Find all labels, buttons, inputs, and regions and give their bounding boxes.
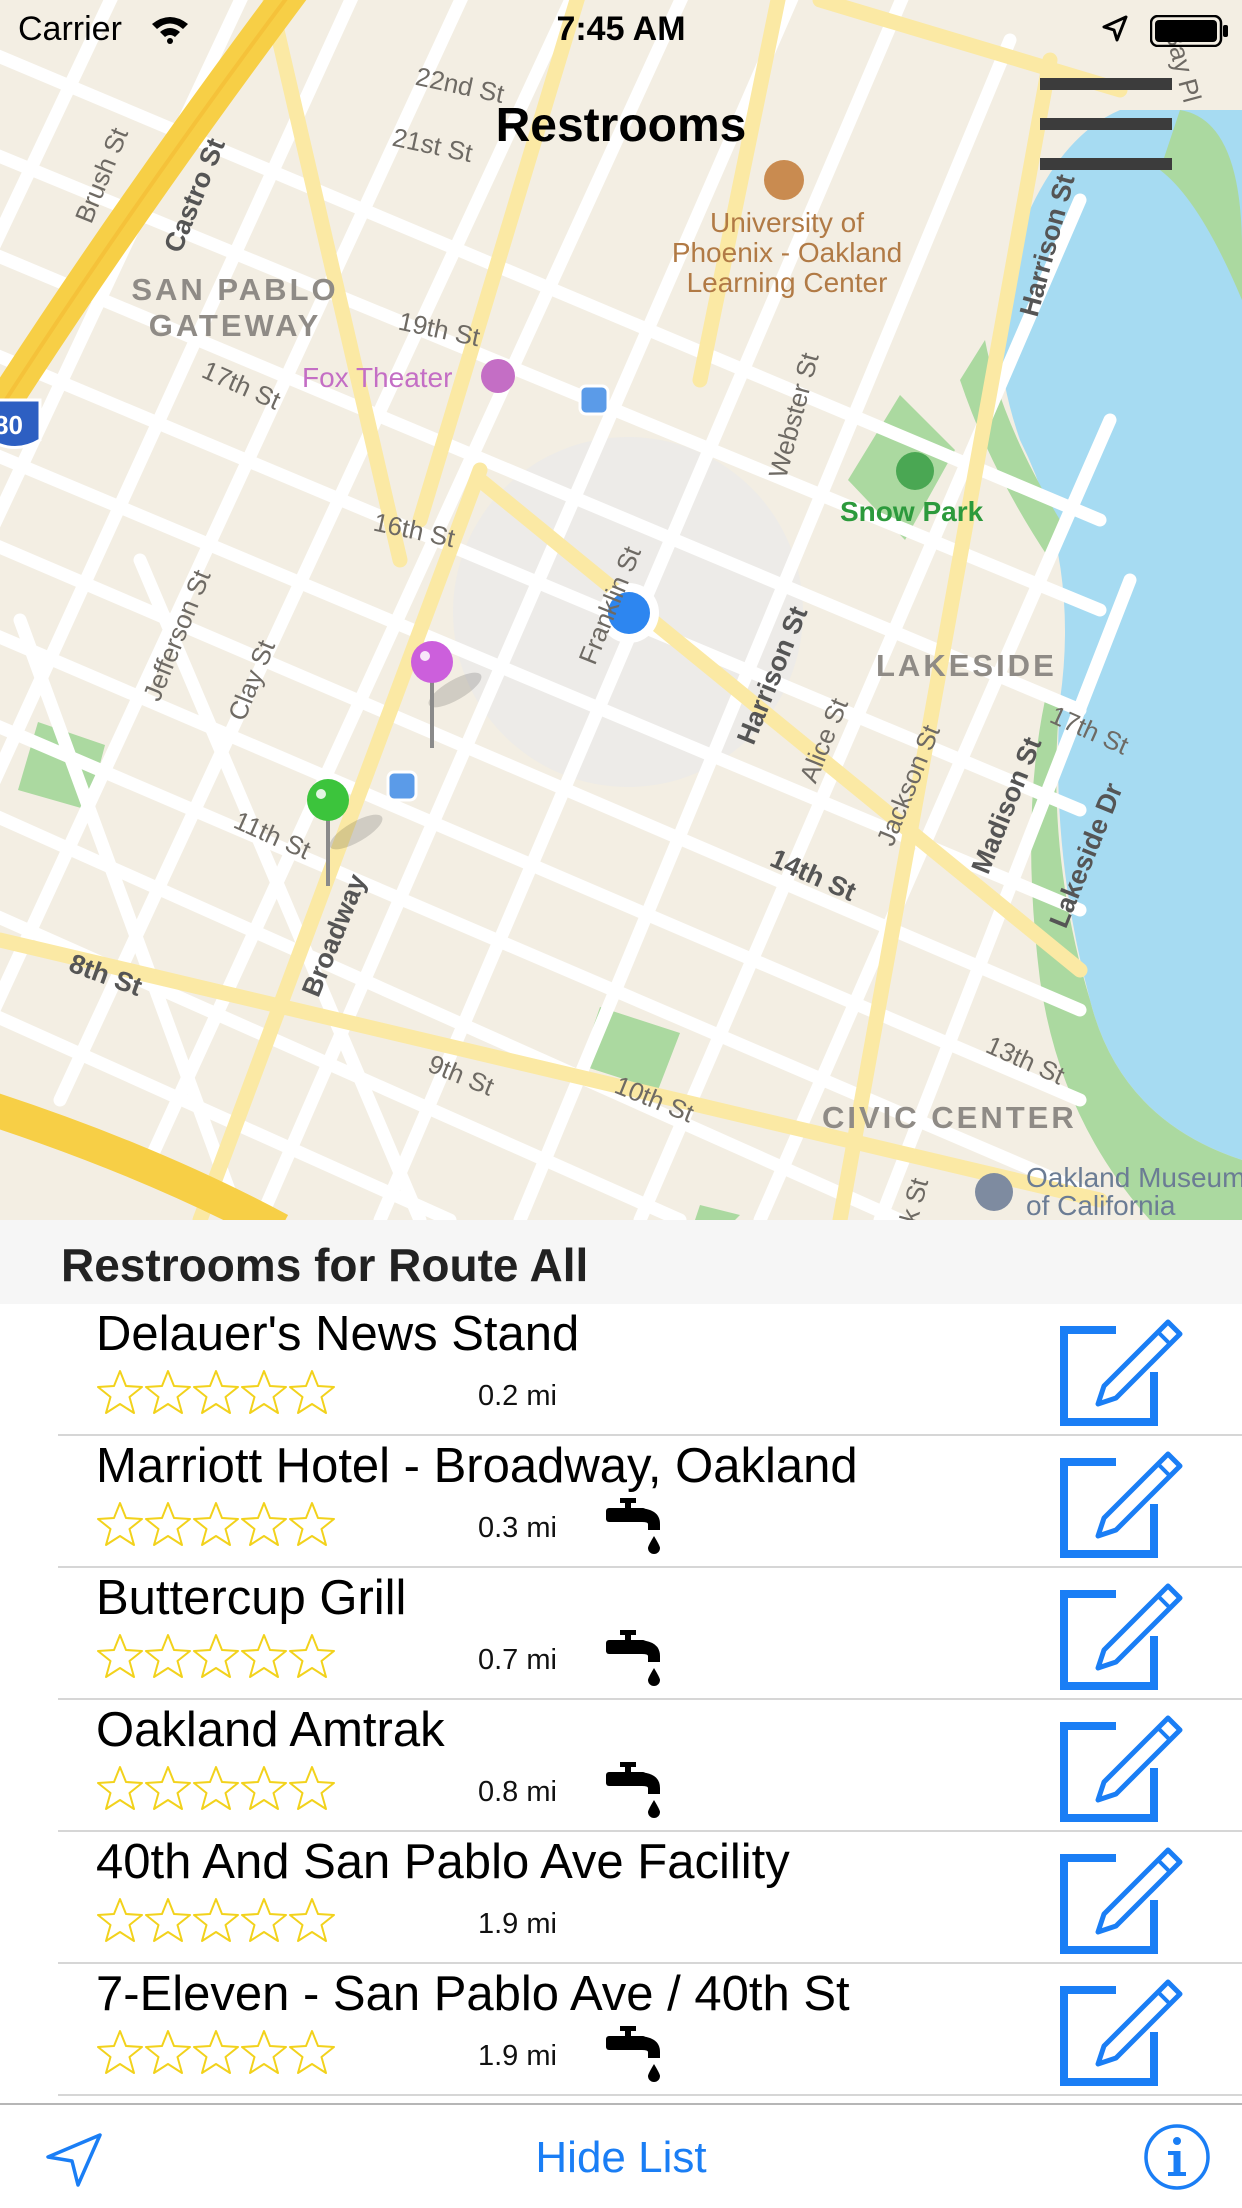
faucet-icon (606, 1758, 666, 1825)
restroom-name: Marriott Hotel - Broadway, Oakland (96, 1439, 858, 1493)
star-icon[interactable] (288, 2028, 336, 2076)
district-label: LAKESIDE (876, 648, 1057, 683)
star-icon[interactable] (144, 1500, 192, 1548)
edit-button[interactable] (1058, 1846, 1188, 1956)
poi-label-museum[interactable]: Oakland Museum of California (1026, 1164, 1242, 1220)
star-icon[interactable] (96, 2028, 144, 2076)
poi-label-park[interactable]: Snow Park (840, 496, 983, 528)
bottom-toolbar: Hide List (0, 2103, 1242, 2208)
star-icon[interactable] (144, 2028, 192, 2076)
distance-label: 0.2 mi (478, 1380, 557, 1412)
star-rating[interactable] (96, 1368, 336, 1416)
edit-icon (1060, 1847, 1183, 1954)
faucet-icon (606, 1494, 666, 1561)
location-arrow-icon (1102, 15, 1128, 42)
distance-label: 0.7 mi (478, 1644, 557, 1676)
star-icon[interactable] (192, 1500, 240, 1548)
star-icon[interactable] (96, 1368, 144, 1416)
restroom-row[interactable]: Marriott Hotel - Broadway, Oakland 0.3 mi (0, 1436, 1242, 1568)
star-icon[interactable] (288, 1368, 336, 1416)
status-bar: Carrier 7:45 AM (0, 0, 1242, 60)
poi-label-theater[interactable]: Fox Theater (302, 362, 452, 394)
star-icon[interactable] (144, 1764, 192, 1812)
star-icon[interactable] (192, 1368, 240, 1416)
star-icon[interactable] (96, 1896, 144, 1944)
restroom-name: Delauer's News Stand (96, 1307, 580, 1361)
edit-button[interactable] (1058, 1714, 1188, 1824)
star-icon[interactable] (288, 1500, 336, 1548)
star-icon[interactable] (240, 1632, 288, 1680)
edit-icon (1060, 1715, 1183, 1822)
star-icon[interactable] (192, 2028, 240, 2076)
star-icon[interactable] (96, 1764, 144, 1812)
star-icon[interactable] (240, 1764, 288, 1812)
edit-icon (1060, 1979, 1183, 2086)
star-icon[interactable] (144, 1896, 192, 1944)
locate-arrow-icon (46, 2133, 102, 2187)
locate-button[interactable] (40, 2129, 108, 2189)
star-icon[interactable] (240, 1500, 288, 1548)
info-icon (1144, 2124, 1210, 2190)
star-icon[interactable] (240, 1368, 288, 1416)
restroom-name: 7-Eleven - San Pablo Ave / 40th St (96, 1967, 850, 2021)
star-icon[interactable] (240, 1896, 288, 1944)
map-view[interactable]: 80 22nd St 21st St Brush St Castro St 19… (0, 0, 1242, 1220)
distance-label: 0.3 mi (478, 1512, 557, 1544)
faucet-icon (606, 2022, 666, 2089)
star-icon[interactable] (192, 1764, 240, 1812)
restroom-name: Oakland Amtrak (96, 1703, 445, 1757)
restroom-row[interactable]: Oakland Amtrak 0.8 mi (0, 1700, 1242, 1832)
star-icon[interactable] (96, 1632, 144, 1680)
restroom-row[interactable]: Delauer's News Stand 0.2 mi (0, 1304, 1242, 1436)
restroom-row[interactable]: Buttercup Grill 0.7 mi (0, 1568, 1242, 1700)
edit-icon (1060, 1319, 1183, 1426)
edit-button[interactable] (1058, 1582, 1188, 1692)
edit-button[interactable] (1058, 1318, 1188, 1428)
interstate-label: 80 (0, 410, 23, 440)
restroom-name: 40th And San Pablo Ave Facility (96, 1835, 790, 1889)
distance-label: 1.9 mi (478, 1908, 557, 1940)
star-icon[interactable] (288, 1764, 336, 1812)
star-icon[interactable] (240, 2028, 288, 2076)
star-icon[interactable] (288, 1896, 336, 1944)
hide-list-button[interactable]: Hide List (535, 2133, 706, 2182)
district-label: CIVIC CENTER (822, 1100, 1077, 1135)
battery-icon (1150, 15, 1228, 47)
row-divider (58, 2094, 1242, 2096)
distance-label: 0.8 mi (478, 1776, 557, 1808)
distance-label: 1.9 mi (478, 2040, 557, 2072)
star-icon[interactable] (192, 1632, 240, 1680)
edit-button[interactable] (1058, 1450, 1188, 1560)
list-header: Restrooms for Route All (0, 1220, 1242, 1304)
edit-icon (1060, 1583, 1183, 1690)
hide-list-container: Hide List (0, 2133, 1242, 2183)
star-rating[interactable] (96, 1896, 336, 1944)
star-icon[interactable] (192, 1896, 240, 1944)
star-icon[interactable] (144, 1632, 192, 1680)
star-rating[interactable] (96, 1500, 336, 1548)
star-icon[interactable] (144, 1368, 192, 1416)
faucet-icon (606, 1626, 666, 1693)
restroom-name: Buttercup Grill (96, 1571, 407, 1625)
edit-icon (1060, 1451, 1183, 1558)
info-button[interactable] (1143, 2123, 1211, 2191)
restroom-pin-purple[interactable] (410, 640, 454, 750)
district-label: SAN PABLO GATEWAY (131, 272, 339, 343)
star-icon[interactable] (96, 1500, 144, 1548)
restroom-row[interactable]: 7-Eleven - San Pablo Ave / 40th St 1.9 mi (0, 1964, 1242, 2096)
poi-label-university[interactable]: University of Phoenix - Oakland Learning… (662, 208, 912, 298)
menu-button[interactable] (1040, 74, 1172, 174)
star-rating[interactable] (96, 1764, 336, 1812)
star-rating[interactable] (96, 2028, 336, 2076)
star-rating[interactable] (96, 1632, 336, 1680)
star-icon[interactable] (288, 1632, 336, 1680)
status-time: 7:45 AM (556, 10, 686, 48)
list-header-title: Restrooms for Route All (61, 1239, 589, 1291)
restroom-row[interactable]: 40th And San Pablo Ave Facility 1.9 mi (0, 1832, 1242, 1964)
edit-button[interactable] (1058, 1978, 1188, 2088)
